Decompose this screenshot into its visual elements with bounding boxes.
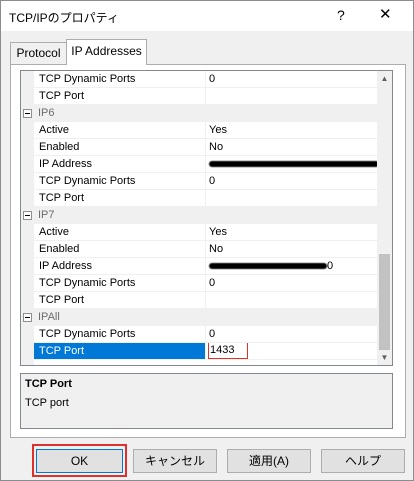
- property-row[interactable]: TCP Port 1433: [21, 343, 377, 360]
- property-row[interactable]: IP Address: [21, 156, 377, 173]
- scroll-down-icon[interactable]: ▼: [377, 350, 392, 365]
- redacted-value: [209, 263, 327, 270]
- property-grid[interactable]: TCP Dynamic Ports 0 TCP Port IP6 Active Yes En…: [20, 70, 393, 366]
- tab-protocol[interactable]: Protocol: [10, 42, 67, 64]
- property-value[interactable]: 0: [206, 326, 377, 343]
- property-name[interactable]: TCP Dynamic Ports: [34, 71, 206, 88]
- category-row[interactable]: IP6: [21, 105, 377, 122]
- property-row[interactable]: IP Address 0: [21, 258, 377, 275]
- scroll-up-icon[interactable]: ▲: [377, 71, 392, 86]
- category-label: IP7: [34, 207, 377, 224]
- row-gutter: [21, 292, 34, 309]
- property-row[interactable]: Enabled No: [21, 139, 377, 156]
- property-name[interactable]: Enabled: [34, 241, 206, 258]
- property-value[interactable]: No: [206, 241, 377, 258]
- help-button[interactable]: ヘルプ: [321, 449, 405, 473]
- property-name[interactable]: TCP Port: [34, 190, 206, 207]
- description-title: TCP Port: [25, 378, 72, 390]
- property-name[interactable]: TCP Dynamic Ports: [34, 275, 206, 292]
- property-row[interactable]: TCP Dynamic Ports 0: [21, 275, 377, 292]
- property-row[interactable]: Active Yes: [21, 224, 377, 241]
- property-value[interactable]: 1433: [206, 343, 377, 360]
- property-value[interactable]: 0: [206, 258, 377, 275]
- property-name[interactable]: TCP Dynamic Ports: [34, 173, 206, 190]
- property-row[interactable]: TCP Port: [21, 292, 377, 309]
- row-gutter: [21, 88, 34, 105]
- scroll-thumb[interactable]: [379, 254, 390, 350]
- collapse-icon[interactable]: [23, 313, 32, 322]
- tcp-port-input[interactable]: 1433: [208, 343, 248, 359]
- property-value[interactable]: 0: [206, 173, 377, 190]
- property-row[interactable]: Enabled No: [21, 241, 377, 258]
- row-gutter: [21, 122, 34, 139]
- property-name[interactable]: Active: [34, 224, 206, 241]
- property-name[interactable]: Active: [34, 122, 206, 139]
- property-name[interactable]: TCP Port: [34, 343, 206, 360]
- title-bar: TCP/IPのプロパティ ? ✕: [1, 1, 413, 31]
- close-icon[interactable]: ✕: [379, 5, 392, 23]
- category-row[interactable]: IPAll: [21, 309, 377, 326]
- ok-button[interactable]: OK: [36, 449, 123, 473]
- row-gutter: [21, 258, 34, 275]
- property-name[interactable]: Enabled: [34, 139, 206, 156]
- row-gutter: [21, 190, 34, 207]
- property-value[interactable]: 0: [206, 275, 377, 292]
- category-row[interactable]: IP7: [21, 207, 377, 224]
- property-value[interactable]: No: [206, 139, 377, 156]
- apply-button[interactable]: 適用(A): [227, 449, 311, 473]
- property-name[interactable]: TCP Port: [34, 88, 206, 105]
- property-row[interactable]: TCP Dynamic Ports 0: [21, 71, 377, 88]
- description-text: TCP port: [25, 397, 69, 409]
- property-row[interactable]: TCP Port: [21, 88, 377, 105]
- property-row[interactable]: Active Yes: [21, 122, 377, 139]
- row-gutter: [21, 156, 34, 173]
- property-value[interactable]: [206, 156, 377, 173]
- property-row[interactable]: TCP Port: [21, 190, 377, 207]
- property-name[interactable]: TCP Port: [34, 292, 206, 309]
- description-pane: TCP Port TCP port: [20, 373, 393, 429]
- window-title: TCP/IPのプロパティ: [9, 11, 119, 25]
- vertical-scrollbar[interactable]: ▲ ▼: [377, 71, 392, 365]
- collapse-icon[interactable]: [23, 211, 32, 220]
- properties-dialog: TCP/IPのプロパティ ? ✕ Protocol IP Addresses T…: [0, 0, 414, 481]
- row-gutter: [21, 173, 34, 190]
- property-row[interactable]: TCP Dynamic Ports 0: [21, 326, 377, 343]
- help-icon[interactable]: ?: [337, 7, 345, 23]
- row-gutter: [21, 71, 34, 88]
- property-row[interactable]: TCP Dynamic Ports 0: [21, 173, 377, 190]
- property-value[interactable]: [206, 88, 377, 105]
- property-name[interactable]: TCP Dynamic Ports: [34, 326, 206, 343]
- property-value[interactable]: [206, 292, 377, 309]
- row-gutter: [21, 343, 34, 360]
- row-gutter: [21, 275, 34, 292]
- collapse-icon[interactable]: [23, 109, 32, 118]
- cancel-button[interactable]: キャンセル: [133, 449, 217, 473]
- row-gutter: [21, 326, 34, 343]
- property-name[interactable]: IP Address: [34, 258, 206, 275]
- property-value[interactable]: Yes: [206, 122, 377, 139]
- property-name[interactable]: IP Address: [34, 156, 206, 173]
- property-value[interactable]: [206, 190, 377, 207]
- tab-ip-addresses[interactable]: IP Addresses: [66, 39, 147, 65]
- row-gutter: [21, 224, 34, 241]
- row-gutter: [21, 139, 34, 156]
- category-label: IP6: [34, 105, 377, 122]
- category-label: IPAll: [34, 309, 377, 326]
- redacted-value: [209, 161, 377, 168]
- property-value[interactable]: Yes: [206, 224, 377, 241]
- property-value-text: 0: [327, 260, 334, 272]
- property-value[interactable]: 0: [206, 71, 377, 88]
- row-gutter: [21, 241, 34, 258]
